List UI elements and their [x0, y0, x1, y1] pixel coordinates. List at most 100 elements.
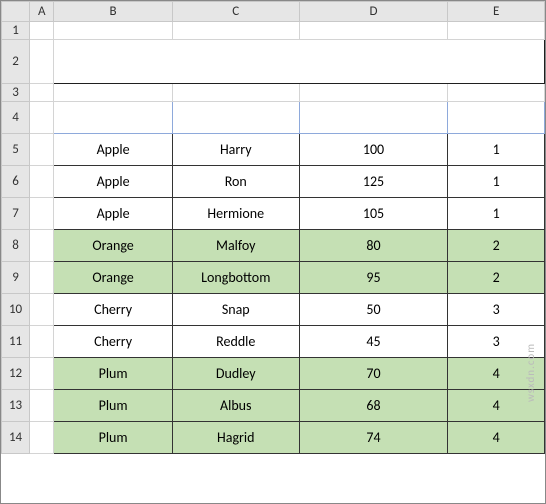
row-4: 4 Items Purchaser Quantity (KG) 0: [2, 102, 545, 134]
cell-A5[interactable]: [30, 134, 54, 166]
row-header-9[interactable]: 9: [2, 262, 30, 294]
cell-A9[interactable]: [30, 262, 54, 294]
cell-A12[interactable]: [30, 358, 54, 390]
cell-A2[interactable]: [30, 40, 54, 84]
col-header-C[interactable]: C: [172, 2, 299, 22]
cell-items[interactable]: Plum: [54, 390, 173, 422]
cell-D1[interactable]: [299, 22, 448, 40]
cell-quantity[interactable]: 95: [299, 262, 448, 294]
cell-A3[interactable]: [30, 84, 54, 102]
cell-group[interactable]: 2: [448, 262, 545, 294]
row-header-7[interactable]: 7: [2, 198, 30, 230]
cell-A7[interactable]: [30, 198, 54, 230]
cell-group[interactable]: 1: [448, 198, 545, 230]
cell-items[interactable]: Apple: [54, 134, 173, 166]
row-header-12[interactable]: 12: [2, 358, 30, 390]
row-5: 5 AppleHarry1001: [2, 134, 545, 166]
cell-purchaser[interactable]: Albus: [172, 390, 299, 422]
cell-items[interactable]: Plum: [54, 422, 173, 454]
row-header-11[interactable]: 11: [2, 326, 30, 358]
row-12: 12PlumDudley704: [2, 358, 545, 390]
cell-quantity[interactable]: 80: [299, 230, 448, 262]
row-6: 6 AppleRon1251: [2, 166, 545, 198]
cell-purchaser[interactable]: Longbottom: [172, 262, 299, 294]
cell-purchaser[interactable]: Dudley: [172, 358, 299, 390]
row-13: 13PlumAlbus684: [2, 390, 545, 422]
cell-purchaser[interactable]: Ron: [172, 166, 299, 198]
header-quantity[interactable]: Quantity (KG): [299, 102, 448, 134]
cell-C3[interactable]: [172, 84, 299, 102]
cell-group[interactable]: 1: [448, 134, 545, 166]
header-items[interactable]: Items: [54, 102, 173, 134]
header-group[interactable]: 0: [448, 102, 545, 134]
spreadsheet-grid[interactable]: A B C D E 1 2 Applying AND, LEN & MOD Fu…: [1, 1, 545, 454]
cell-quantity[interactable]: 105: [299, 198, 448, 230]
cell-items[interactable]: Apple: [54, 166, 173, 198]
cell-D3[interactable]: [299, 84, 448, 102]
cell-A14[interactable]: [30, 422, 54, 454]
select-all-corner[interactable]: [2, 2, 30, 22]
row-header-10[interactable]: 10: [2, 294, 30, 326]
cell-items[interactable]: Cherry: [54, 294, 173, 326]
cell-items[interactable]: Plum: [54, 358, 173, 390]
cell-A10[interactable]: [30, 294, 54, 326]
col-header-A[interactable]: A: [30, 2, 54, 22]
column-header-row: A B C D E: [2, 2, 545, 22]
cell-purchaser[interactable]: Hagrid: [172, 422, 299, 454]
row-header-3[interactable]: 3: [2, 84, 30, 102]
cell-quantity[interactable]: 70: [299, 358, 448, 390]
row-1: 1: [2, 22, 545, 40]
row-3: 3: [2, 84, 545, 102]
row-header-2[interactable]: 2: [2, 40, 30, 84]
cell-B3[interactable]: [54, 84, 173, 102]
row-11: 11CherryReddle453: [2, 326, 545, 358]
cell-quantity[interactable]: 50: [299, 294, 448, 326]
cell-group[interactable]: 1: [448, 166, 545, 198]
col-header-D[interactable]: D: [299, 2, 448, 22]
cell-A1[interactable]: [30, 22, 54, 40]
col-header-B[interactable]: B: [54, 2, 173, 22]
cell-B1[interactable]: [54, 22, 173, 40]
cell-quantity[interactable]: 74: [299, 422, 448, 454]
cell-E1[interactable]: [448, 22, 545, 40]
cell-E3[interactable]: [448, 84, 545, 102]
cell-items[interactable]: Cherry: [54, 326, 173, 358]
cell-items[interactable]: Orange: [54, 230, 173, 262]
cell-group[interactable]: 4: [448, 422, 545, 454]
cell-purchaser[interactable]: Snap: [172, 294, 299, 326]
cell-quantity[interactable]: 125: [299, 166, 448, 198]
row-header-6[interactable]: 6: [2, 166, 30, 198]
cell-A13[interactable]: [30, 390, 54, 422]
row-header-13[interactable]: 13: [2, 390, 30, 422]
cell-A8[interactable]: [30, 230, 54, 262]
row-header-1[interactable]: 1: [2, 22, 30, 40]
cell-group[interactable]: 3: [448, 294, 545, 326]
cell-items[interactable]: Apple: [54, 198, 173, 230]
spreadsheet-viewport: A B C D E 1 2 Applying AND, LEN & MOD Fu…: [0, 0, 546, 504]
header-purchaser[interactable]: Purchaser: [172, 102, 299, 134]
cell-purchaser[interactable]: Harry: [172, 134, 299, 166]
row-14: 14 PlumHagrid744: [2, 422, 545, 454]
cell-quantity[interactable]: 45: [299, 326, 448, 358]
row-header-14[interactable]: 14: [2, 422, 30, 454]
row-8: 8 OrangeMalfoy802: [2, 230, 545, 262]
cell-A11[interactable]: [30, 326, 54, 358]
cell-items[interactable]: Orange: [54, 262, 173, 294]
cell-A6[interactable]: [30, 166, 54, 198]
cell-C1[interactable]: [172, 22, 299, 40]
cell-purchaser[interactable]: Malfoy: [172, 230, 299, 262]
col-header-E[interactable]: E: [448, 2, 545, 22]
cell-purchaser[interactable]: Hermione: [172, 198, 299, 230]
row-header-5[interactable]: 5: [2, 134, 30, 166]
cell-purchaser[interactable]: Reddle: [172, 326, 299, 358]
cell-group[interactable]: 2: [448, 230, 545, 262]
watermark: wsxdn.com: [524, 343, 537, 402]
cell-quantity[interactable]: 68: [299, 390, 448, 422]
cell-A4[interactable]: [30, 102, 54, 134]
cell-quantity[interactable]: 100: [299, 134, 448, 166]
row-header-8[interactable]: 8: [2, 230, 30, 262]
row-7: 7 AppleHermione1051: [2, 198, 545, 230]
title-cell[interactable]: Applying AND, LEN & MOD Functions: [54, 40, 545, 84]
grid-body: 1 2 Applying AND, LEN & MOD Functions 3: [2, 22, 545, 454]
row-header-4[interactable]: 4: [2, 102, 30, 134]
